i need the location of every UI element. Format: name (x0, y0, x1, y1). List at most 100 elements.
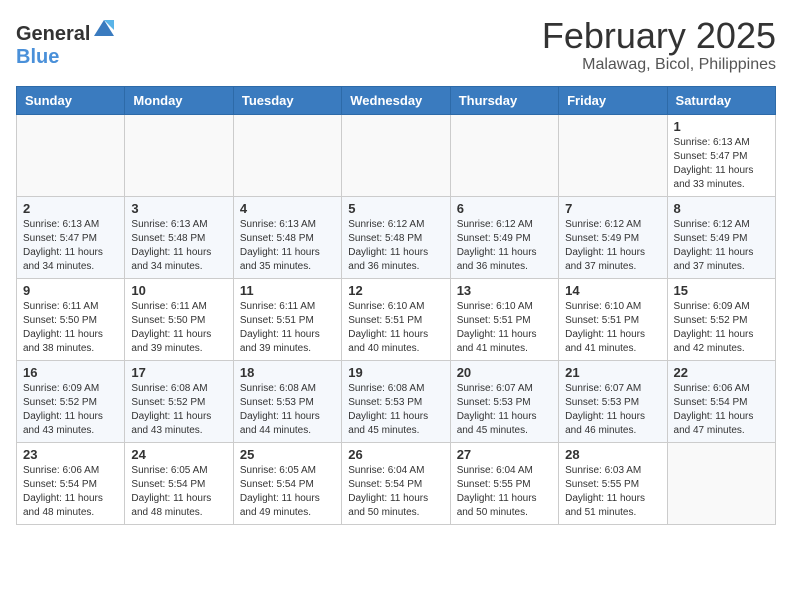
logo-general: General (16, 23, 90, 45)
day-cell (17, 114, 125, 196)
day-cell: 5 Sunrise: 6:12 AM Sunset: 5:48 PM Daylig… (342, 196, 450, 278)
day-info: Sunrise: 6:08 AM Sunset: 5:53 PM Dayligh… (348, 382, 443, 438)
week-row-3: 9 Sunrise: 6:11 AM Sunset: 5:50 PM Daylig… (17, 278, 776, 360)
day-info: Sunrise: 6:09 AM Sunset: 5:52 PM Dayligh… (674, 300, 769, 356)
title-block: February 2025 Malawag, Bicol, Philippine… (542, 16, 776, 74)
day-cell: 27 Sunrise: 6:04 AM Sunset: 5:55 PM Dayli… (450, 442, 558, 524)
day-info: Sunrise: 6:03 AM Sunset: 5:55 PM Dayligh… (565, 464, 660, 520)
day-number: 6 (457, 201, 552, 216)
day-cell: 13 Sunrise: 6:10 AM Sunset: 5:51 PM Dayli… (450, 278, 558, 360)
day-cell: 25Sunrise: 6:05 AM Sunset: 5:54 PM Dayli… (233, 442, 341, 524)
day-info: Sunrise: 6:12 AM Sunset: 5:49 PM Dayligh… (674, 218, 769, 274)
day-cell (559, 114, 667, 196)
col-header-monday: Monday (125, 86, 233, 114)
day-cell: 20 Sunrise: 6:07 AM Sunset: 5:53 PM Dayli… (450, 360, 558, 442)
day-number: 26 (348, 447, 443, 462)
day-number: 22 (674, 365, 769, 380)
day-info: Sunrise: 6:08 AM Sunset: 5:52 PM Dayligh… (131, 382, 226, 438)
day-cell: 11 Sunrise: 6:11 AM Sunset: 5:51 PM Dayli… (233, 278, 341, 360)
col-header-saturday: Saturday (667, 86, 775, 114)
day-info: Sunrise: 6:09 AM Sunset: 5:52 PM Dayligh… (23, 382, 118, 438)
day-cell: 22Sunrise: 6:06 AM Sunset: 5:54 PM Dayli… (667, 360, 775, 442)
day-cell (125, 114, 233, 196)
day-cell: 10 Sunrise: 6:11 AM Sunset: 5:50 PM Dayli… (125, 278, 233, 360)
day-cell: 26 Sunrise: 6:04 AM Sunset: 5:54 PM Dayli… (342, 442, 450, 524)
day-info: Sunrise: 6:10 AM Sunset: 5:51 PM Dayligh… (348, 300, 443, 356)
day-cell (667, 442, 775, 524)
day-number: 25 (240, 447, 335, 462)
day-number: 23 (23, 447, 118, 462)
day-cell: 3Sunrise: 6:13 AM Sunset: 5:48 PM Daylig… (125, 196, 233, 278)
day-cell: 7 Sunrise: 6:12 AM Sunset: 5:49 PM Daylig… (559, 196, 667, 278)
day-info: Sunrise: 6:11 AM Sunset: 5:51 PM Dayligh… (240, 300, 335, 356)
col-header-thursday: Thursday (450, 86, 558, 114)
col-header-friday: Friday (559, 86, 667, 114)
week-row-5: 23Sunrise: 6:06 AM Sunset: 5:54 PM Dayli… (17, 442, 776, 524)
day-cell: 15 Sunrise: 6:09 AM Sunset: 5:52 PM Dayli… (667, 278, 775, 360)
day-number: 15 (674, 283, 769, 298)
day-info: Sunrise: 6:10 AM Sunset: 5:51 PM Dayligh… (457, 300, 552, 356)
day-cell: 9Sunrise: 6:11 AM Sunset: 5:50 PM Daylig… (17, 278, 125, 360)
day-number: 21 (565, 365, 660, 380)
day-cell: 2 Sunrise: 6:13 AM Sunset: 5:47 PM Daylig… (17, 196, 125, 278)
day-cell: 18 Sunrise: 6:08 AM Sunset: 5:53 PM Dayli… (233, 360, 341, 442)
logo-blue: Blue (16, 46, 59, 68)
day-cell: 12 Sunrise: 6:10 AM Sunset: 5:51 PM Dayli… (342, 278, 450, 360)
day-info: Sunrise: 6:13 AM Sunset: 5:48 PM Dayligh… (240, 218, 335, 274)
day-cell: 19 Sunrise: 6:08 AM Sunset: 5:53 PM Dayli… (342, 360, 450, 442)
day-number: 4 (240, 201, 335, 216)
day-number: 14 (565, 283, 660, 298)
day-info: Sunrise: 6:08 AM Sunset: 5:53 PM Dayligh… (240, 382, 335, 438)
col-header-tuesday: Tuesday (233, 86, 341, 114)
logo-text: General Blue (16, 16, 116, 69)
day-number: 28 (565, 447, 660, 462)
day-number: 7 (565, 201, 660, 216)
day-cell (342, 114, 450, 196)
day-cell (233, 114, 341, 196)
day-cell: 6 Sunrise: 6:12 AM Sunset: 5:49 PM Daylig… (450, 196, 558, 278)
week-row-4: 16 Sunrise: 6:09 AM Sunset: 5:52 PM Dayli… (17, 360, 776, 442)
day-number: 19 (348, 365, 443, 380)
day-cell: 14Sunrise: 6:10 AM Sunset: 5:51 PM Dayli… (559, 278, 667, 360)
col-header-sunday: Sunday (17, 86, 125, 114)
day-info: Sunrise: 6:13 AM Sunset: 5:48 PM Dayligh… (131, 218, 226, 274)
day-info: Sunrise: 6:13 AM Sunset: 5:47 PM Dayligh… (23, 218, 118, 274)
day-cell: 1 Sunrise: 6:13 AM Sunset: 5:47 PM Daylig… (667, 114, 775, 196)
week-row-2: 2 Sunrise: 6:13 AM Sunset: 5:47 PM Daylig… (17, 196, 776, 278)
calendar-table: SundayMondayTuesdayWednesdayThursdayFrid… (16, 86, 776, 525)
day-number: 5 (348, 201, 443, 216)
day-number: 8 (674, 201, 769, 216)
day-number: 13 (457, 283, 552, 298)
day-cell: 4 Sunrise: 6:13 AM Sunset: 5:48 PM Daylig… (233, 196, 341, 278)
day-number: 11 (240, 283, 335, 298)
day-info: Sunrise: 6:07 AM Sunset: 5:53 PM Dayligh… (457, 382, 552, 438)
day-info: Sunrise: 6:11 AM Sunset: 5:50 PM Dayligh… (131, 300, 226, 356)
day-info: Sunrise: 6:05 AM Sunset: 5:54 PM Dayligh… (131, 464, 226, 520)
day-cell: 21 Sunrise: 6:07 AM Sunset: 5:53 PM Dayli… (559, 360, 667, 442)
day-number: 1 (674, 119, 769, 134)
day-number: 27 (457, 447, 552, 462)
day-cell: 23Sunrise: 6:06 AM Sunset: 5:54 PM Dayli… (17, 442, 125, 524)
page-header: General Blue February 2025 Malawag, Bico… (16, 16, 776, 74)
day-info: Sunrise: 6:12 AM Sunset: 5:48 PM Dayligh… (348, 218, 443, 274)
day-number: 2 (23, 201, 118, 216)
logo: General Blue (16, 16, 116, 69)
day-number: 24 (131, 447, 226, 462)
day-cell: 24 Sunrise: 6:05 AM Sunset: 5:54 PM Dayli… (125, 442, 233, 524)
day-info: Sunrise: 6:07 AM Sunset: 5:53 PM Dayligh… (565, 382, 660, 438)
day-number: 17 (131, 365, 226, 380)
day-info: Sunrise: 6:13 AM Sunset: 5:47 PM Dayligh… (674, 136, 769, 192)
main-title: February 2025 (542, 16, 776, 56)
subtitle: Malawag, Bicol, Philippines (542, 56, 776, 74)
day-number: 16 (23, 365, 118, 380)
day-info: Sunrise: 6:12 AM Sunset: 5:49 PM Dayligh… (565, 218, 660, 274)
day-number: 9 (23, 283, 118, 298)
day-number: 20 (457, 365, 552, 380)
day-number: 10 (131, 283, 226, 298)
day-info: Sunrise: 6:04 AM Sunset: 5:54 PM Dayligh… (348, 464, 443, 520)
day-info: Sunrise: 6:04 AM Sunset: 5:55 PM Dayligh… (457, 464, 552, 520)
day-number: 12 (348, 283, 443, 298)
day-cell: 16 Sunrise: 6:09 AM Sunset: 5:52 PM Dayli… (17, 360, 125, 442)
day-info: Sunrise: 6:12 AM Sunset: 5:49 PM Dayligh… (457, 218, 552, 274)
day-number: 18 (240, 365, 335, 380)
